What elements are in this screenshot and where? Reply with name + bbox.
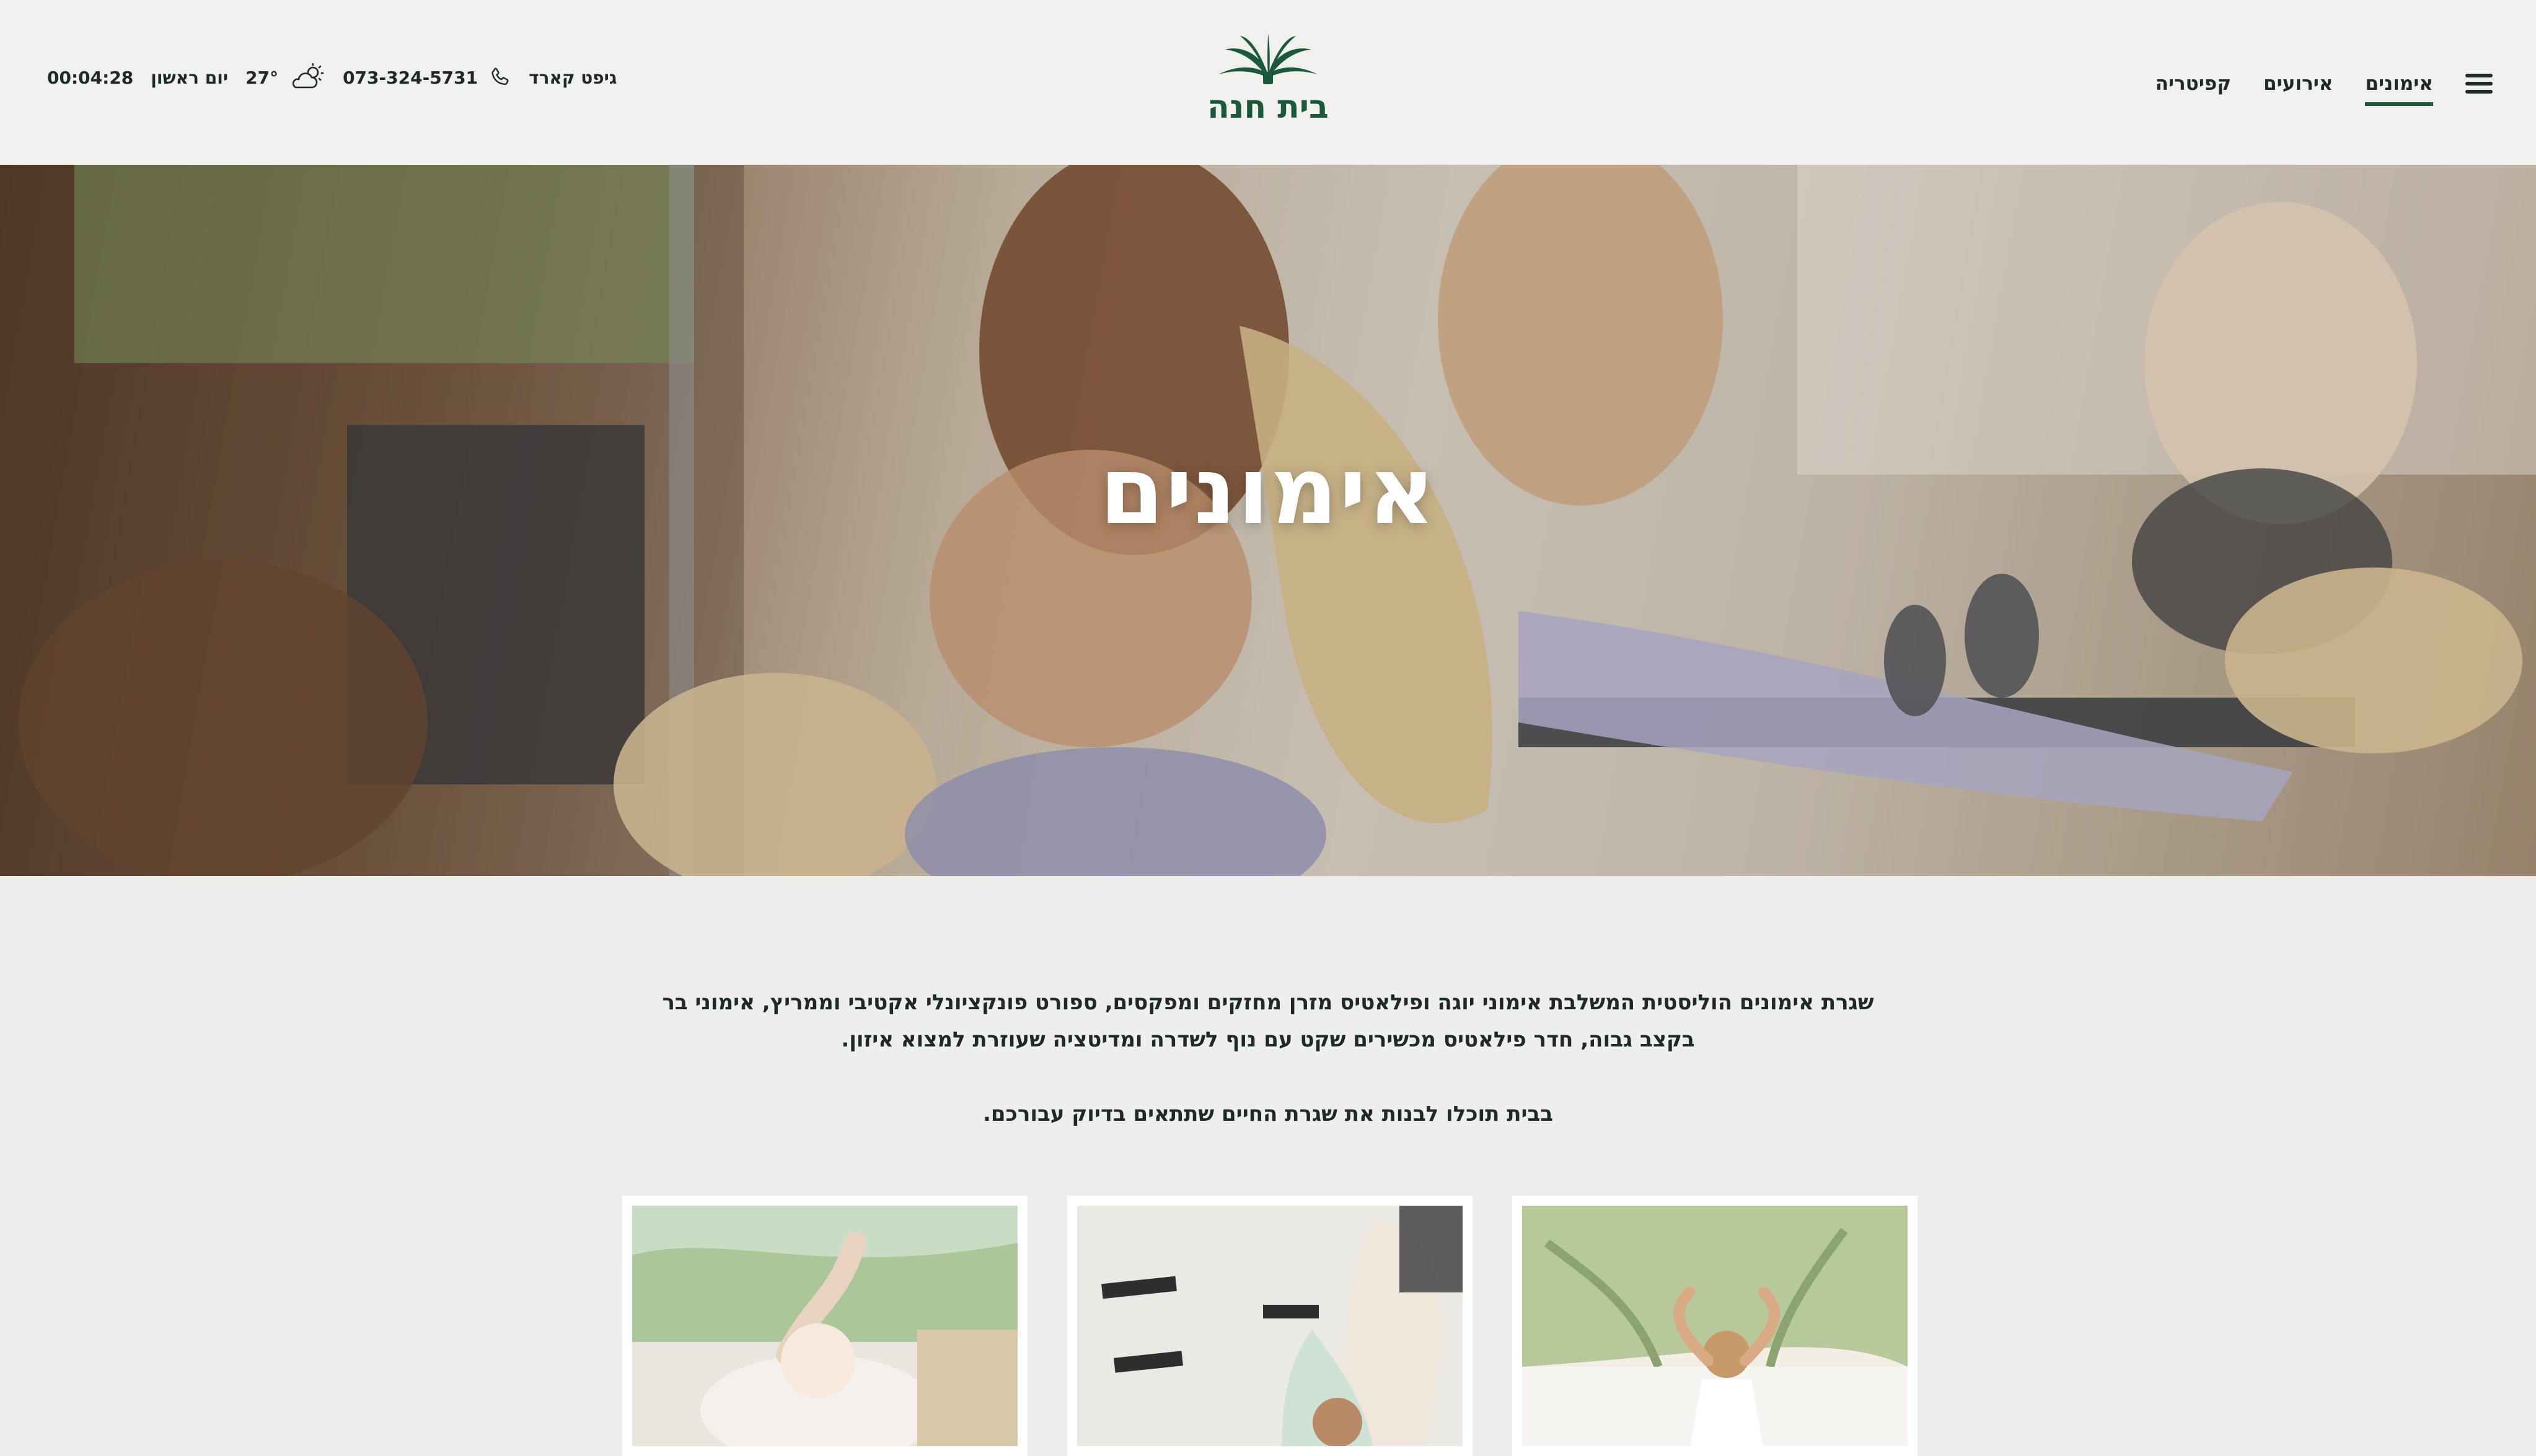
- main-nav: אימונים אירועים קפיטריה: [2155, 59, 2493, 108]
- phone-link[interactable]: 073-324-5731: [343, 66, 511, 89]
- intro-paragraph: שגרת אימונים הוליסטית המשלבת אימוני יוגה…: [662, 990, 1874, 1052]
- logo-text: בית חנה: [1207, 89, 1329, 124]
- training-card[interactable]: [622, 1196, 1028, 1456]
- header-utilities: גיפט קארד 073-324-5731 27° יום ראשון 00:…: [47, 59, 617, 96]
- site-header: אימונים אירועים קפיטריה בית חנה גיפט קאר…: [0, 0, 2536, 165]
- hero-banner: אימונים: [0, 165, 2536, 876]
- gift-card-link[interactable]: גיפט קארד: [529, 68, 617, 88]
- day-of-week: יום ראשון: [151, 67, 229, 88]
- nav-link-events[interactable]: אירועים: [2263, 72, 2333, 106]
- palm-logo-icon: בית חנה: [1207, 33, 1329, 126]
- nav-link-cafeteria[interactable]: קפיטריה: [2155, 72, 2232, 106]
- nav-link-trainings[interactable]: אימונים: [2365, 72, 2433, 106]
- hamburger-menu-icon[interactable]: [2465, 74, 2493, 94]
- card-image: [632, 1206, 1018, 1446]
- training-card[interactable]: [1512, 1196, 1917, 1456]
- training-cards: [622, 1196, 1917, 1456]
- hero-title: אימונים: [1099, 437, 1437, 545]
- clock-time: 00:04:28: [47, 67, 134, 88]
- weather-widget: 27°: [245, 63, 325, 92]
- card-image: [1077, 1206, 1463, 1446]
- temperature: 27°: [245, 67, 279, 88]
- phone-icon: [491, 68, 509, 86]
- phone-number: 073-324-5731: [343, 67, 478, 88]
- training-card[interactable]: [1067, 1196, 1473, 1456]
- site-logo[interactable]: בית חנה: [1206, 31, 1330, 126]
- intro-paragraph: בבית תוכלו לבנות את שגרת החיים שתתאים בד…: [983, 1102, 1553, 1126]
- partly-cloudy-icon: [292, 63, 324, 89]
- card-image: [1522, 1206, 1908, 1446]
- intro-text: שגרת אימונים הוליסטית המשלבת אימוני יוגה…: [645, 984, 1891, 1133]
